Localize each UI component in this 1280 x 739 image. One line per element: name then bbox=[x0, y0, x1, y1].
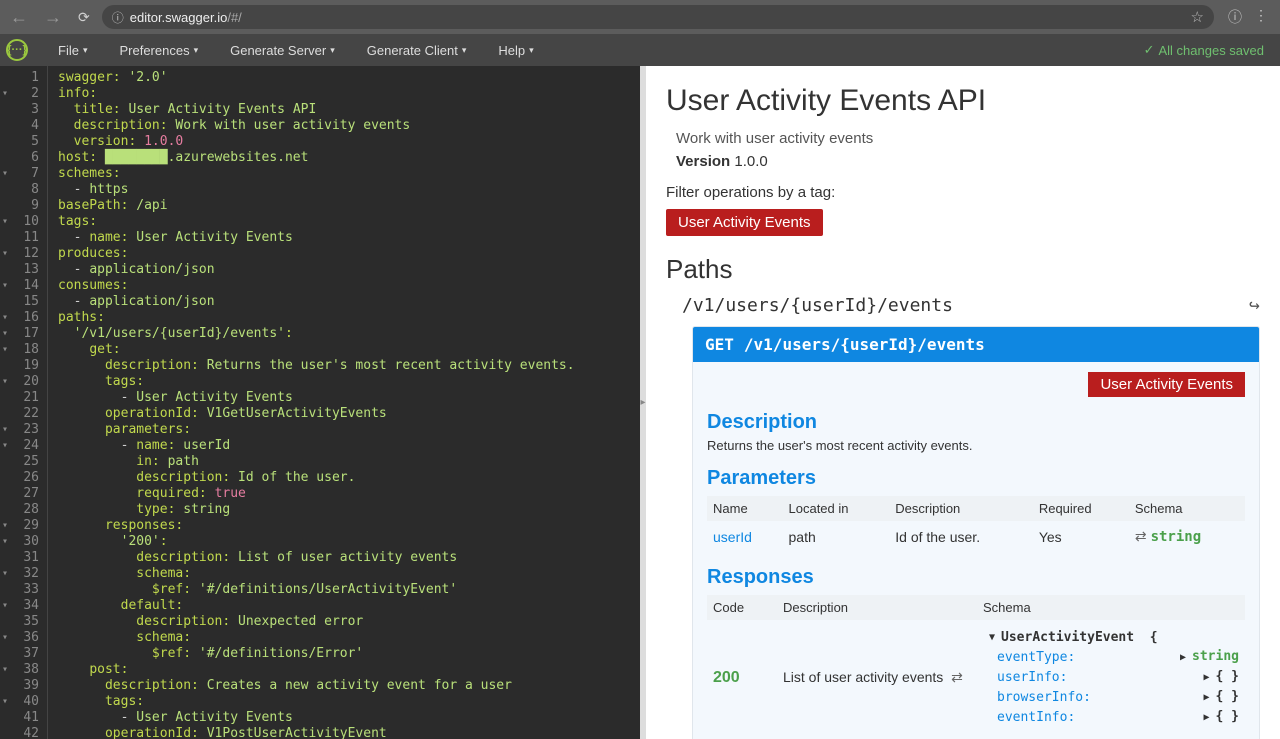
schema-property: browserInfo▶{ } bbox=[983, 687, 1239, 707]
paths-heading: Paths bbox=[666, 254, 1260, 285]
path-heading: /v1/users/{userId}/events ↩ bbox=[682, 295, 1260, 316]
api-version: Version 1.0.0 bbox=[666, 153, 1260, 170]
menu-file[interactable]: File▾ bbox=[42, 43, 103, 58]
operation-get: GET /v1/users/{userId}/events User Activ… bbox=[692, 326, 1260, 739]
api-description: Work with user activity events bbox=[666, 130, 1260, 147]
responses-table: Code Description Schema 200 List of user… bbox=[707, 595, 1245, 735]
yaml-editor[interactable]: 1234567891011121314151617181920212223242… bbox=[0, 66, 640, 739]
url-input[interactable]: ⓘ editor.swagger.io /#/ ☆ bbox=[102, 5, 1214, 29]
chevron-down-icon: ▾ bbox=[462, 45, 467, 56]
url-domain: editor.swagger.io bbox=[130, 10, 228, 25]
menu-preferences[interactable]: Preferences▾ bbox=[103, 43, 214, 58]
reply-icon[interactable]: ↩ bbox=[1249, 295, 1260, 316]
parameters-table: Name Located in Description Required Sch… bbox=[707, 496, 1245, 552]
chevron-down-icon: ▾ bbox=[330, 45, 335, 56]
menu-help[interactable]: Help▾ bbox=[482, 43, 549, 58]
description-heading: Description bbox=[707, 411, 1245, 434]
tag-filter-chip[interactable]: User Activity Events bbox=[666, 209, 823, 236]
editor-gutter: 1234567891011121314151617181920212223242… bbox=[0, 66, 48, 739]
browser-menu-icon[interactable]: ⋮ bbox=[1254, 7, 1268, 27]
expand-icon[interactable]: ▶ bbox=[1203, 672, 1209, 683]
swagger-toolbar: {···} File▾ Preferences▾ Generate Server… bbox=[0, 34, 1280, 66]
check-icon: ✓ bbox=[1144, 42, 1155, 58]
schema-property: userInfo▶{ } bbox=[983, 667, 1239, 687]
site-info-icon[interactable]: ⓘ bbox=[112, 9, 124, 26]
bookmark-icon[interactable]: ☆ bbox=[1191, 8, 1204, 26]
browser-address-bar: ← → ⟳ ⓘ editor.swagger.io /#/ ☆ ⓘ ⋮ bbox=[0, 0, 1280, 34]
expand-icon[interactable]: ▶ bbox=[1203, 692, 1209, 703]
param-name[interactable]: userId bbox=[707, 521, 783, 552]
swagger-logo-icon[interactable]: {···} bbox=[6, 39, 28, 61]
page-info-icon[interactable]: ⓘ bbox=[1228, 7, 1242, 27]
expand-icon[interactable]: ▶ bbox=[1180, 652, 1186, 663]
reload-icon[interactable]: ⟳ bbox=[74, 9, 94, 26]
table-row: 200 List of user activity events ⇄ ▼User… bbox=[707, 620, 1245, 735]
schema-property: eventType▶string bbox=[983, 647, 1239, 667]
swap-icon[interactable]: ⇄ bbox=[951, 669, 963, 685]
swap-icon[interactable]: ⇄ bbox=[1135, 528, 1147, 544]
parameters-heading: Parameters bbox=[707, 467, 1245, 490]
url-path: /#/ bbox=[227, 10, 241, 25]
save-status: ✓ All changes saved bbox=[1144, 42, 1274, 58]
response-schema: ▼UserActivityEvent { eventType▶stringuse… bbox=[983, 628, 1239, 727]
chevron-down-icon: ▾ bbox=[194, 45, 199, 56]
response-code: 200 bbox=[713, 669, 740, 686]
collapse-icon[interactable]: ▼ bbox=[989, 628, 995, 647]
schema-property: eventInfo▶{ } bbox=[983, 707, 1239, 727]
menu-generate-client[interactable]: Generate Client▾ bbox=[351, 43, 483, 58]
chevron-down-icon: ▾ bbox=[83, 45, 88, 56]
chevron-down-icon: ▾ bbox=[529, 45, 534, 56]
operation-tag-chip[interactable]: User Activity Events bbox=[1088, 372, 1245, 397]
editor-code[interactable]: swagger: '2.0'info: title: User Activity… bbox=[48, 66, 640, 739]
api-doc-panel: User Activity Events API Work with user … bbox=[646, 66, 1280, 739]
operation-header[interactable]: GET /v1/users/{userId}/events bbox=[693, 327, 1259, 362]
forward-icon: → bbox=[40, 7, 66, 28]
api-title: User Activity Events API bbox=[666, 84, 1260, 118]
back-icon[interactable]: ← bbox=[6, 7, 32, 28]
table-row: userId path Id of the user. Yes ⇄string bbox=[707, 521, 1245, 552]
operation-path: /v1/users/{userId}/events bbox=[744, 335, 985, 354]
responses-heading: Responses bbox=[707, 566, 1245, 589]
http-method: GET bbox=[705, 335, 734, 354]
expand-icon[interactable]: ▶ bbox=[1203, 712, 1209, 723]
filter-label: Filter operations by a tag: bbox=[666, 184, 1260, 201]
operation-description: Returns the user's most recent activity … bbox=[707, 438, 1245, 453]
menu-generate-server[interactable]: Generate Server▾ bbox=[214, 43, 351, 58]
